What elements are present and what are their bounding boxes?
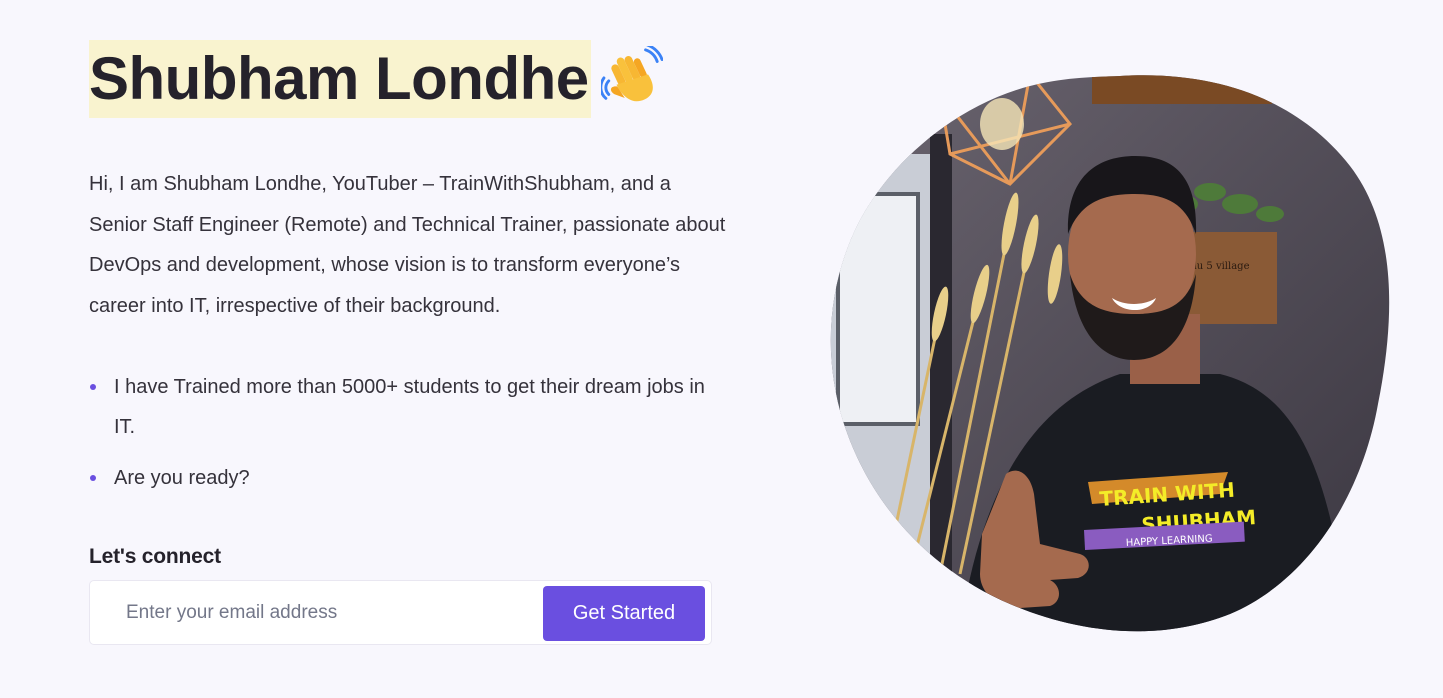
list-item: I have Trained more than 5000+ students … bbox=[89, 367, 729, 447]
hero-name: Shubham Londhe bbox=[89, 40, 591, 118]
connect-heading: Let's connect bbox=[89, 545, 221, 568]
highlights-list: I have Trained more than 5000+ students … bbox=[89, 367, 729, 509]
hero-heading: Shubham Londhe bbox=[89, 40, 664, 118]
portrait-image: ti du 5 village TRAIN WITH SHUBHAM HAPPY… bbox=[830, 74, 1390, 632]
intro-paragraph: Hi, I am Shubham Londhe, YouTuber – Trai… bbox=[89, 173, 726, 317]
list-item: Are you ready? bbox=[89, 458, 729, 498]
email-signup-form: Get Started bbox=[89, 580, 712, 645]
get-started-button[interactable]: Get Started bbox=[543, 586, 705, 641]
waving-hand-icon bbox=[599, 43, 664, 108]
email-input[interactable] bbox=[126, 594, 536, 632]
